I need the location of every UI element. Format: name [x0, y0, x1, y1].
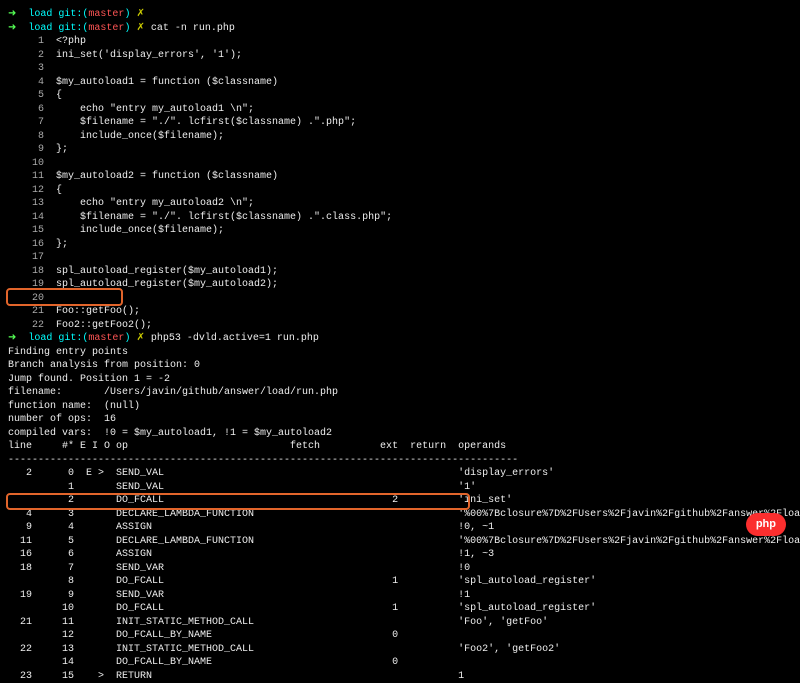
terminal-output[interactable]: ➜ load git:(master) ✗ ➜ load git:(master… [8, 8, 792, 683]
terminal-line: ----------------------------------------… [8, 454, 792, 468]
terminal-line: 13 echo "entry my_autoload2 \n"; [8, 197, 792, 211]
terminal-line: function name: (null) [8, 400, 792, 414]
terminal-line: Branch analysis from position: 0 [8, 359, 792, 373]
terminal-line: 3 [8, 62, 792, 76]
terminal-line: 16 }; [8, 238, 792, 252]
php-badge: php [746, 513, 786, 536]
terminal-line: 10 DO_FCALL 1 'spl_autoload_register' [8, 602, 792, 616]
terminal-line: 14 $filename = "./". lcfirst($classname)… [8, 211, 792, 225]
terminal-line: line #* E I O op fetch ext return operan… [8, 440, 792, 454]
terminal-line: 5 { [8, 89, 792, 103]
terminal-line: 14 DO_FCALL_BY_NAME 0 [8, 656, 792, 670]
terminal-line: 6 echo "entry my_autoload1 \n"; [8, 103, 792, 117]
terminal-line: 9 4 ASSIGN !0, ~1 [8, 521, 792, 535]
terminal-line: 22 13 INIT_STATIC_METHOD_CALL 'Foo2', 'g… [8, 643, 792, 657]
terminal-line: 20 [8, 292, 792, 306]
terminal-line: 17 [8, 251, 792, 265]
terminal-line: 21 Foo::getFoo(); [8, 305, 792, 319]
terminal-line: 7 $filename = "./". lcfirst($classname) … [8, 116, 792, 130]
terminal-line: number of ops: 16 [8, 413, 792, 427]
terminal-line: 2 ini_set('display_errors', '1'); [8, 49, 792, 63]
terminal-line: 18 7 SEND_VAR !0 [8, 562, 792, 576]
terminal-line: 21 11 INIT_STATIC_METHOD_CALL 'Foo', 'ge… [8, 616, 792, 630]
terminal-line: 23 15 > RETURN 1 [8, 670, 792, 683]
terminal-line: 22 Foo2::getFoo2(); [8, 319, 792, 333]
terminal-line: 9 }; [8, 143, 792, 157]
terminal-line: 8 DO_FCALL 1 'spl_autoload_register' [8, 575, 792, 589]
terminal-line: 1 SEND_VAL '1' [8, 481, 792, 495]
terminal-line: 2 DO_FCALL 2 'ini_set' [8, 494, 792, 508]
terminal-line: Jump found. Position 1 = -2 [8, 373, 792, 387]
terminal-line: 2 0 E > SEND_VAL 'display_errors' [8, 467, 792, 481]
terminal-line: 12 DO_FCALL_BY_NAME 0 [8, 629, 792, 643]
terminal-line: 1 <?php [8, 35, 792, 49]
terminal-line: 4 3 DECLARE_LAMBDA_FUNCTION '%00%7Bclosu… [8, 508, 792, 522]
terminal-line: 19 spl_autoload_register($my_autoload2); [8, 278, 792, 292]
terminal-line: Finding entry points [8, 346, 792, 360]
terminal-line: 18 spl_autoload_register($my_autoload1); [8, 265, 792, 279]
terminal-line: 11 $my_autoload2 = function ($classname) [8, 170, 792, 184]
terminal-line: 4 $my_autoload1 = function ($classname) [8, 76, 792, 90]
terminal-line: 19 9 SEND_VAR !1 [8, 589, 792, 603]
terminal-line: compiled vars: !0 = $my_autoload1, !1 = … [8, 427, 792, 441]
terminal-line: 15 include_once($filename); [8, 224, 792, 238]
terminal-line: ➜ load git:(master) ✗ php53 -dvld.active… [8, 332, 792, 346]
terminal-line: filename: /Users/javin/github/answer/loa… [8, 386, 792, 400]
terminal-line: ➜ load git:(master) ✗ [8, 8, 792, 22]
terminal-line: 12 { [8, 184, 792, 198]
terminal-line: ➜ load git:(master) ✗ cat -n run.php [8, 22, 792, 36]
terminal-line: 16 6 ASSIGN !1, ~3 [8, 548, 792, 562]
terminal-line: 8 include_once($filename); [8, 130, 792, 144]
terminal-line: 10 [8, 157, 792, 171]
